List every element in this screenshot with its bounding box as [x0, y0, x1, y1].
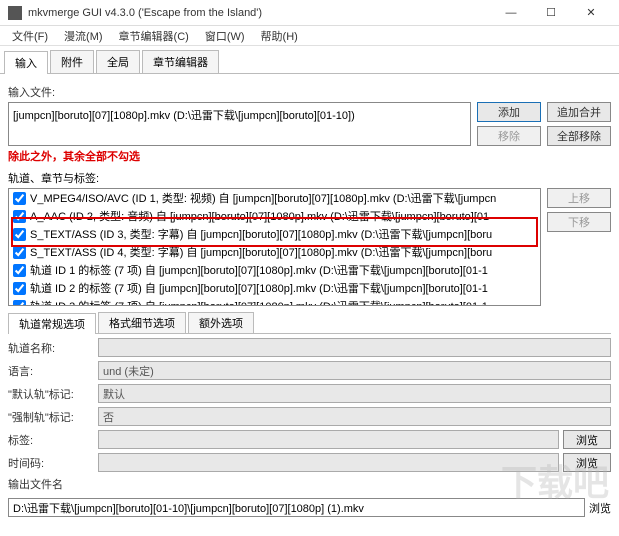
language-label: 语言:: [8, 363, 98, 379]
menu-file[interactable]: 文件(F): [4, 26, 56, 46]
tab-global[interactable]: 全局: [96, 50, 140, 73]
track-row: 轨道 ID 3 的标签 (7 项) 自 [jumpcn][boruto][07]…: [9, 297, 540, 306]
timecodes-label: 时间码:: [8, 455, 98, 471]
track-checkbox[interactable]: [13, 192, 26, 205]
window-title: mkvmerge GUI v4.3.0 ('Escape from the Is…: [28, 7, 491, 19]
tab-chapter-editor[interactable]: 章节编辑器: [142, 50, 219, 73]
forced-flag-label: "强制轨"标记:: [8, 409, 98, 425]
sub-tabstrip: 轨道常规选项 格式细节选项 额外选项: [8, 312, 611, 334]
track-checkbox[interactable]: [13, 300, 26, 307]
menubar: 文件(F) 漫流(M) 章节编辑器(C) 窗口(W) 帮助(H): [0, 26, 619, 46]
track-checkbox[interactable]: [13, 264, 26, 277]
default-flag-label: "默认轨"标记:: [8, 386, 98, 402]
tags-browse-button[interactable]: 浏览: [563, 430, 611, 449]
titlebar: mkvmerge GUI v4.3.0 ('Escape from the Is…: [0, 0, 619, 26]
menu-mux[interactable]: 漫流(M): [56, 26, 111, 46]
timecodes-browse-button[interactable]: 浏览: [563, 453, 611, 472]
output-browse-button[interactable]: 浏览: [589, 500, 611, 516]
tags-field[interactable]: [98, 430, 559, 449]
track-checkbox[interactable]: [13, 246, 26, 259]
move-down-button[interactable]: 下移: [547, 212, 611, 232]
menu-help[interactable]: 帮助(H): [253, 26, 306, 46]
tracks-list[interactable]: V_MPEG4/ISO/AVC (ID 1, 类型: 视频) 自 [jumpcn…: [8, 188, 541, 306]
track-row: A_AAC (ID 2, 类型: 音频) 自 [jumpcn][boruto][…: [9, 207, 540, 225]
remove-all-button[interactable]: 全部移除: [547, 126, 611, 146]
input-file-list[interactable]: [jumpcn][boruto][07][1080p].mkv (D:\迅雷下载…: [8, 102, 471, 146]
remove-button[interactable]: 移除: [477, 126, 541, 146]
maximize-button[interactable]: ☐: [531, 0, 571, 26]
tags-label: 标签:: [8, 432, 98, 448]
track-row: V_MPEG4/ISO/AVC (ID 1, 类型: 视频) 自 [jumpcn…: [9, 189, 540, 207]
track-row: 轨道 ID 1 的标签 (7 项) 自 [jumpcn][boruto][07]…: [9, 261, 540, 279]
subtab-extra[interactable]: 额外选项: [188, 312, 254, 333]
timecodes-field[interactable]: [98, 453, 559, 472]
menu-window[interactable]: 窗口(W): [197, 26, 253, 46]
close-button[interactable]: ✕: [571, 0, 611, 26]
track-name-label: 轨道名称:: [8, 340, 98, 356]
language-select[interactable]: und (未定): [98, 361, 611, 380]
default-flag-select[interactable]: 默认: [98, 384, 611, 403]
tab-input[interactable]: 输入: [4, 51, 48, 74]
track-checkbox[interactable]: [13, 282, 26, 295]
subtab-general[interactable]: 轨道常规选项: [8, 313, 96, 334]
minimize-button[interactable]: —: [491, 0, 531, 26]
subtab-format[interactable]: 格式细节选项: [98, 312, 186, 333]
track-row: S_TEXT/ASS (ID 4, 类型: 字幕) 自 [jumpcn][bor…: [9, 243, 540, 261]
main-tabstrip: 输入 附件 全局 章节编辑器: [0, 46, 619, 74]
output-filename-label: 输出文件名: [8, 476, 611, 492]
instruction-note: 除此之外，其余全部不勾选: [8, 148, 611, 164]
move-up-button[interactable]: 上移: [547, 188, 611, 208]
track-name-field[interactable]: [98, 338, 611, 357]
output-file-input[interactable]: D:\迅雷下载\[jumpcn][boruto][01-10]\[jumpcn]…: [8, 498, 585, 517]
track-row: S_TEXT/ASS (ID 3, 类型: 字幕) 自 [jumpcn][bor…: [9, 225, 540, 243]
tab-attachments[interactable]: 附件: [50, 50, 94, 73]
forced-flag-select[interactable]: 否: [98, 407, 611, 426]
track-checkbox[interactable]: [13, 228, 26, 241]
track-checkbox[interactable]: [13, 210, 26, 223]
input-file-label: 输入文件:: [8, 84, 611, 100]
append-button[interactable]: 追加合并: [547, 102, 611, 122]
add-button[interactable]: 添加: [477, 102, 541, 122]
app-icon: [8, 6, 22, 20]
tracks-label: 轨道、章节与标签:: [8, 170, 611, 186]
menu-chapter-editor[interactable]: 章节编辑器(C): [111, 26, 197, 46]
track-row: 轨道 ID 2 的标签 (7 项) 自 [jumpcn][boruto][07]…: [9, 279, 540, 297]
